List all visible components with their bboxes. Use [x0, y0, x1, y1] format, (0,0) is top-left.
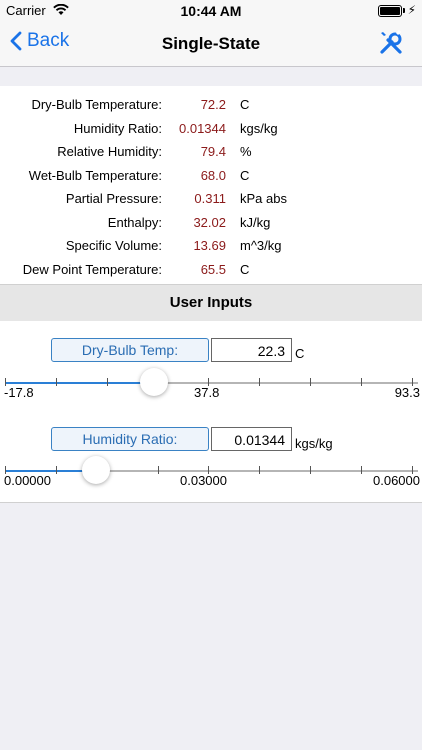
- slider-tick: [361, 466, 362, 474]
- result-unit: kPa abs: [240, 191, 287, 206]
- result-unit: C: [240, 262, 250, 277]
- result-row: Wet-Bulb Temperature: 68.0 C: [0, 168, 422, 190]
- slider-tick: [259, 378, 260, 386]
- slider-fill: [5, 382, 154, 384]
- result-label: Relative Humidity:: [57, 144, 162, 159]
- result-label: Dry-Bulb Temperature:: [31, 97, 162, 112]
- slider-tick: [259, 466, 260, 474]
- result-row: Relative Humidity: 79.4 %: [0, 144, 422, 166]
- humidity-ratio-button[interactable]: Humidity Ratio:: [51, 427, 209, 451]
- result-unit: kJ/kg: [240, 215, 271, 230]
- humidity-ratio-input[interactable]: 0.01344: [211, 427, 292, 451]
- results-panel: Dry-Bulb Temperature: 72.2 C Humidity Ra…: [0, 86, 422, 284]
- slider-thumb[interactable]: [81, 456, 110, 484]
- result-label: Specific Volume:: [65, 238, 162, 253]
- result-unit: kgs/kg: [240, 121, 278, 136]
- slider-max-label: 93.3: [394, 385, 420, 400]
- result-value: 79.4: [200, 144, 226, 159]
- slider-tick: [56, 466, 57, 474]
- result-value: 32.02: [193, 215, 226, 230]
- result-unit: m^3/kg: [240, 238, 282, 253]
- result-label: Dew Point Temperature:: [22, 262, 162, 277]
- slider-max-label: 0.06000: [373, 473, 420, 488]
- slider-tick: [158, 466, 159, 474]
- result-label: Humidity Ratio:: [73, 121, 162, 136]
- result-row: Specific Volume: 13.69 m^3/kg: [0, 238, 422, 260]
- result-value: 72.2: [200, 97, 226, 112]
- clock: 10:44 AM: [180, 3, 242, 19]
- result-row: Humidity Ratio: 0.01344 kgs/kg: [0, 121, 422, 143]
- slider-min-label: 0.00000: [4, 473, 51, 488]
- result-row: Dry-Bulb Temperature: 72.2 C: [0, 97, 422, 119]
- section-title: User Inputs: [169, 294, 253, 311]
- battery-tip: [403, 8, 405, 13]
- result-value: 65.5: [200, 262, 226, 277]
- slider-tick: [56, 378, 57, 386]
- result-value: 68.0: [200, 168, 226, 183]
- page-title: Single-State: [161, 34, 261, 53]
- dry-bulb-temp-button[interactable]: Dry-Bulb Temp:: [51, 338, 209, 362]
- result-unit: %: [240, 144, 252, 159]
- slider-tick: [310, 466, 311, 474]
- result-unit: C: [240, 97, 250, 112]
- charging-bolt-icon: ⚡: [407, 3, 416, 17]
- wrench-screwdriver-icon: [380, 29, 402, 54]
- slider-min-label: -17.8: [4, 385, 34, 400]
- dry-bulb-unit: C: [295, 346, 305, 361]
- result-row: Partial Pressure: 0.311 kPa abs: [0, 191, 422, 213]
- result-label: Partial Pressure:: [65, 191, 162, 206]
- navigation-bar: Back Single-State: [0, 22, 422, 67]
- slider-tick: [107, 378, 108, 386]
- battery-icon: [378, 5, 402, 17]
- dry-bulb-temp-input[interactable]: 22.3: [211, 338, 292, 362]
- slider-mid-label: 37.8: [194, 385, 220, 400]
- result-unit: C: [240, 168, 250, 183]
- inputs-panel: Dry-Bulb Temp: 22.3 C -17.8 37.8 93.3 Hu…: [0, 321, 422, 503]
- tools-button[interactable]: [378, 29, 404, 61]
- humidity-ratio-unit: kgs/kg: [295, 436, 333, 451]
- result-value: 0.311: [194, 191, 226, 206]
- result-value: 13.69: [193, 238, 226, 253]
- result-row: Enthalpy: 32.02 kJ/kg: [0, 215, 422, 237]
- user-inputs-header: User Inputs: [0, 284, 422, 322]
- result-row: Dew Point Temperature: 65.5 C: [0, 262, 422, 284]
- result-label: Wet-Bulb Temperature:: [28, 168, 162, 183]
- slider-thumb[interactable]: [139, 368, 168, 396]
- slider-tick: [361, 378, 362, 386]
- slider-tick: [310, 378, 311, 386]
- slider-mid-label: 0.03000: [180, 473, 227, 488]
- status-bar: Carrier 10:44 AM ⚡: [0, 0, 422, 22]
- result-label: Enthalpy:: [107, 215, 162, 230]
- result-value: 0.01344: [179, 121, 226, 136]
